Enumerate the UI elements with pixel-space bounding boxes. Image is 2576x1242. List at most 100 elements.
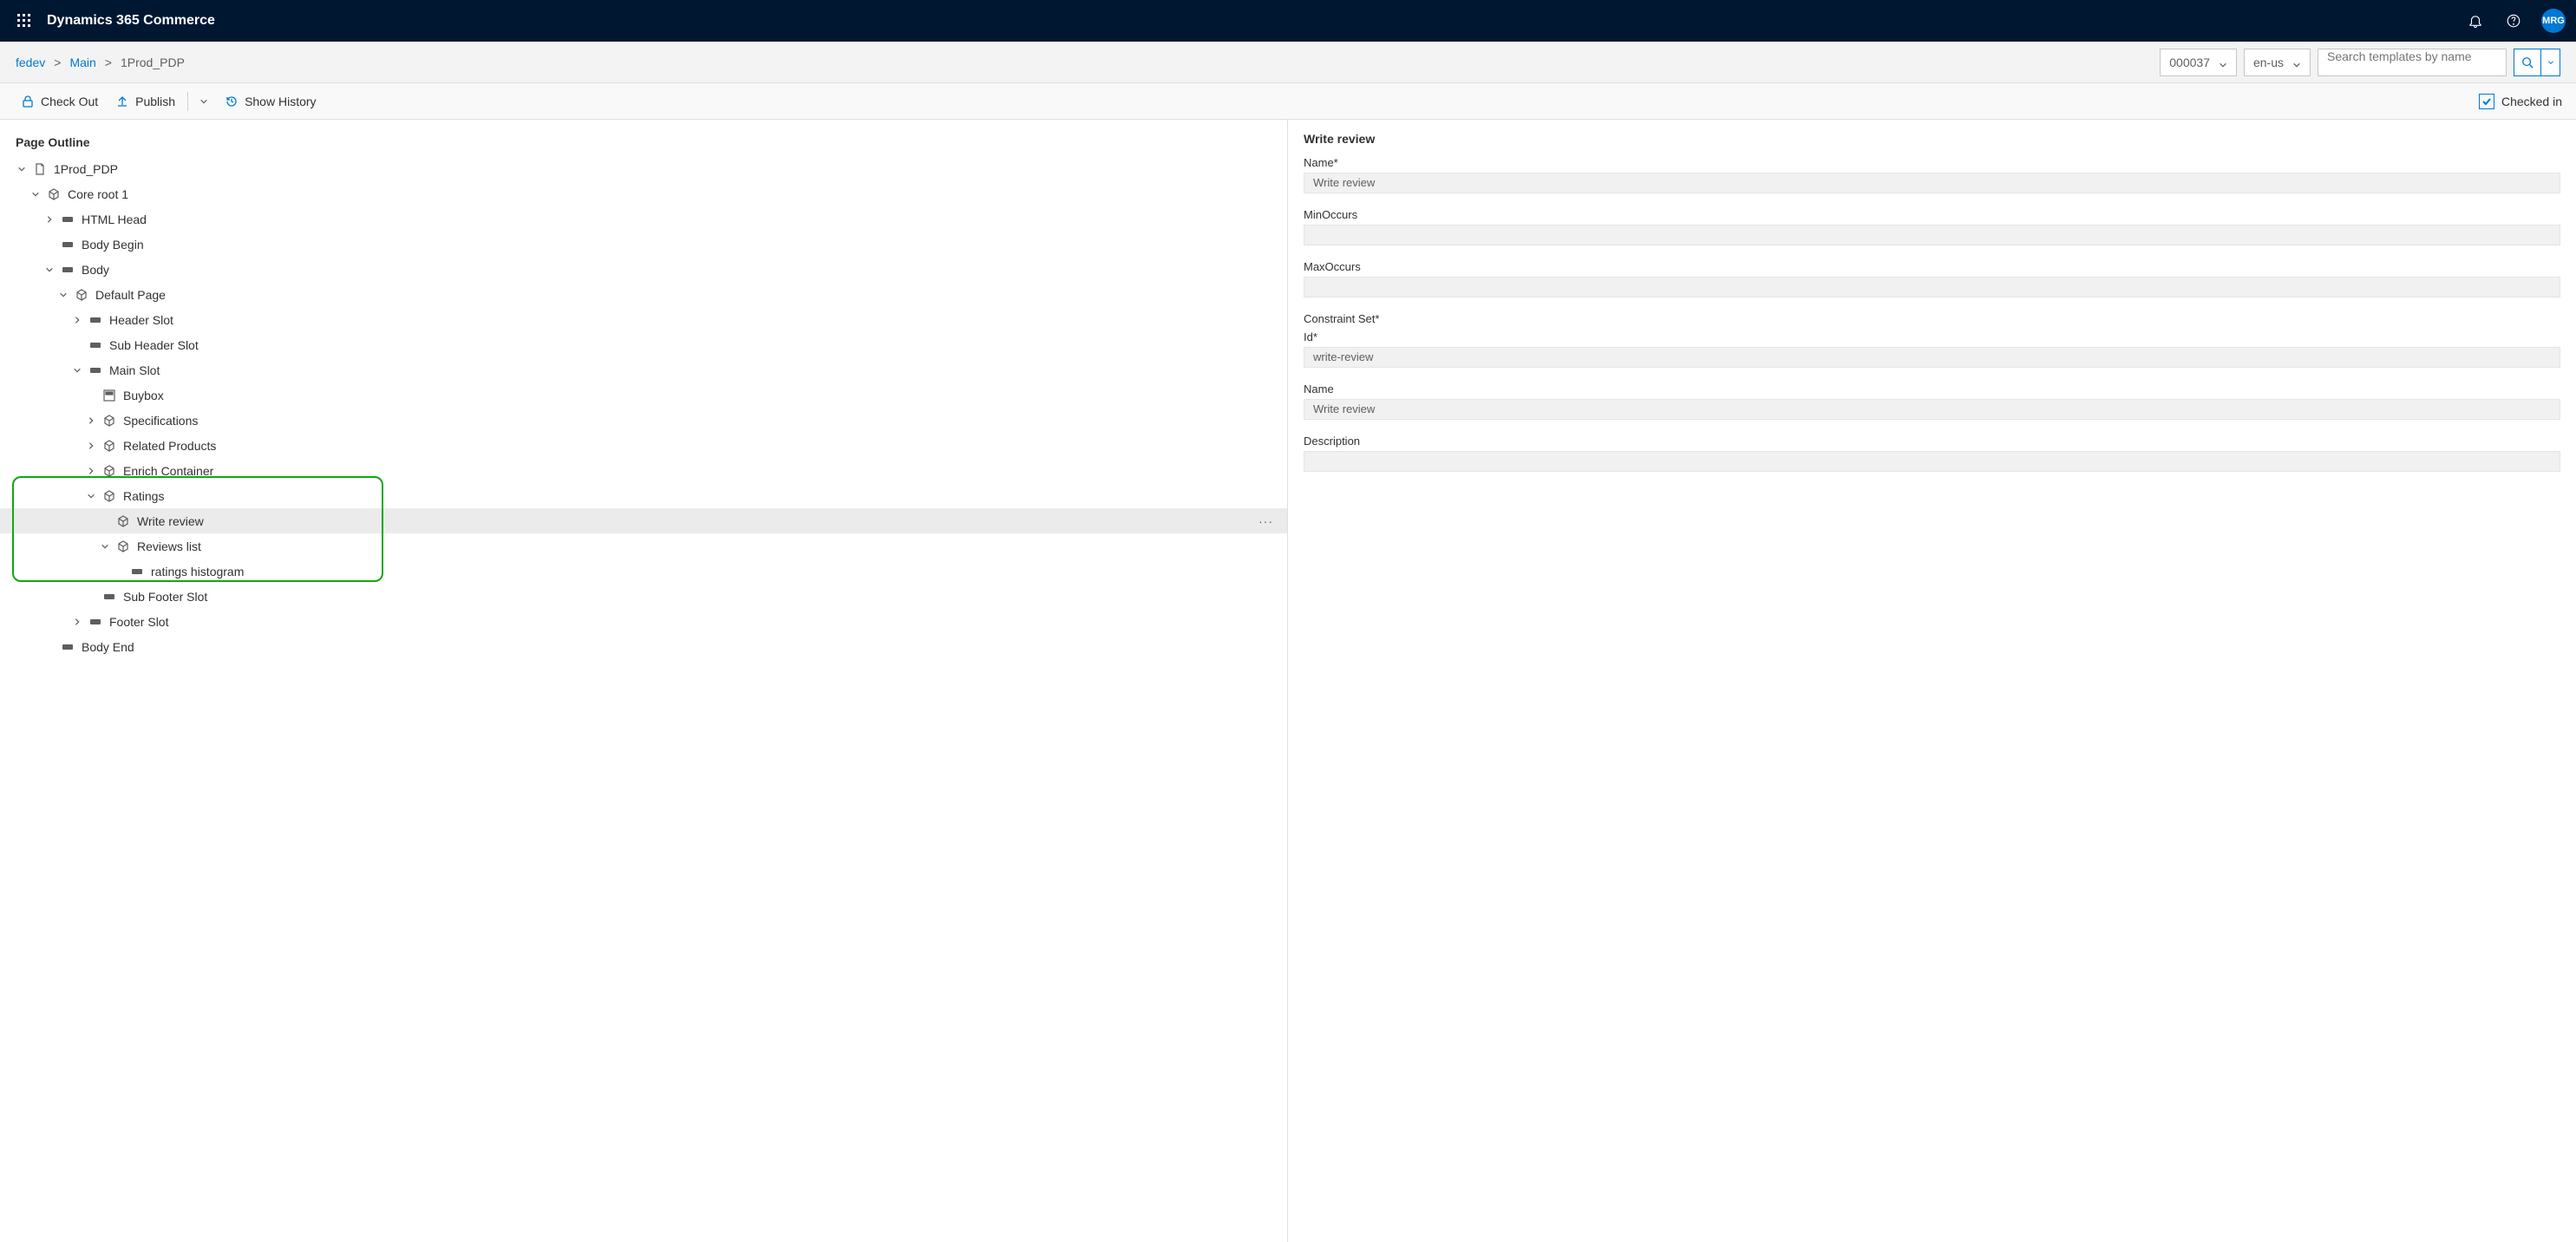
properties-panel: Write review Name* MinOccurs MaxOccurs C… <box>1288 120 2576 1242</box>
help-icon[interactable] <box>2503 10 2524 31</box>
properties-title: Write review <box>1304 132 2560 146</box>
module-icon <box>116 539 130 553</box>
chevron-down-icon[interactable] <box>16 163 28 175</box>
prop-label-min-occurs: MinOccurs <box>1304 208 2560 221</box>
chevron-down-icon[interactable] <box>99 540 111 552</box>
chevron-down-icon[interactable] <box>29 188 42 200</box>
tree-label: ratings histogram <box>151 565 244 579</box>
tree-node-body-begin[interactable]: Body Begin <box>0 232 1287 257</box>
tree-node-footer-slot[interactable]: Footer Slot <box>0 609 1287 634</box>
chevron-right-icon[interactable] <box>71 616 83 628</box>
tree-node-html-head[interactable]: HTML Head <box>0 206 1287 232</box>
tree-node-write-review[interactable]: Write review ··· <box>0 508 1287 533</box>
breadcrumb-link-fedev[interactable]: fedev <box>16 56 45 69</box>
chevron-down-icon[interactable] <box>71 364 83 376</box>
tree-label: Write review <box>137 514 204 528</box>
tree-label: Sub Header Slot <box>109 338 199 352</box>
tree-node-ratings-histogram[interactable]: ratings histogram <box>0 559 1287 584</box>
app-launcher-icon[interactable] <box>10 7 38 35</box>
outline-heading: Page Outline <box>0 120 1287 156</box>
notifications-icon[interactable] <box>2465 10 2486 31</box>
prop-input-min-occurs[interactable] <box>1304 225 2560 245</box>
tree-node-sub-footer-slot[interactable]: Sub Footer Slot <box>0 584 1287 609</box>
history-icon <box>225 95 239 108</box>
prop-label-id: Id* <box>1304 330 2560 343</box>
search-templates-input[interactable] <box>2318 49 2507 76</box>
tree-node-root[interactable]: 1Prod_PDP <box>0 156 1287 181</box>
check-out-label: Check Out <box>41 95 98 108</box>
top-bar: Dynamics 365 Commerce MRG <box>0 0 2576 42</box>
prop-input-id[interactable] <box>1304 347 2560 368</box>
command-divider <box>187 92 188 111</box>
tree-node-related-products[interactable]: Related Products <box>0 433 1287 458</box>
more-actions-icon[interactable]: ··· <box>1259 514 1277 528</box>
site-selector-dropdown[interactable]: 000037 <box>2160 49 2237 76</box>
chevron-down-icon[interactable] <box>85 490 97 502</box>
tree-label: Body Begin <box>82 238 144 252</box>
show-history-button[interactable]: Show History <box>218 89 323 114</box>
chevron-right-icon[interactable] <box>71 314 83 326</box>
tree-label: Reviews list <box>137 539 201 553</box>
lock-icon <box>21 95 35 108</box>
breadcrumb: fedev > Main > 1Prod_PDP <box>16 56 185 69</box>
show-history-label: Show History <box>245 95 316 108</box>
tree-label: Buybox <box>123 389 164 402</box>
prop-input-description[interactable] <box>1304 451 2560 472</box>
tree-label: Enrich Container <box>123 464 213 478</box>
module-icon <box>102 464 116 478</box>
chevron-down-icon[interactable] <box>43 264 56 276</box>
module-icon <box>116 514 130 528</box>
tree-node-buybox[interactable]: Buybox <box>0 382 1287 408</box>
locale-selector-value: en-us <box>2253 56 2284 69</box>
prop-label-constraint-set: Constraint Set* <box>1304 312 2560 325</box>
tree-node-header-slot[interactable]: Header Slot <box>0 307 1287 332</box>
chevron-right-icon[interactable] <box>85 465 97 477</box>
breadcrumb-bar: fedev > Main > 1Prod_PDP 000037 en-us <box>0 42 2576 83</box>
slot-icon <box>88 313 102 327</box>
locale-selector-dropdown[interactable]: en-us <box>2244 49 2311 76</box>
tree-node-body[interactable]: Body <box>0 257 1287 282</box>
site-selector-value: 000037 <box>2169 56 2210 69</box>
check-out-button[interactable]: Check Out <box>14 89 105 114</box>
tree-label: Sub Footer Slot <box>123 590 207 604</box>
tree-node-enrich-container[interactable]: Enrich Container <box>0 458 1287 483</box>
publish-button[interactable]: Publish <box>108 89 182 114</box>
tree-node-ratings[interactable]: Ratings <box>0 483 1287 508</box>
module-icon <box>102 414 116 428</box>
checked-in-checkbox-icon <box>2479 94 2494 109</box>
slot-icon <box>130 565 144 579</box>
prop-input-name2[interactable] <box>1304 399 2560 420</box>
tree-node-core-root[interactable]: Core root 1 <box>0 181 1287 206</box>
publish-split-chevron[interactable] <box>193 88 214 115</box>
page-icon <box>33 162 47 176</box>
tree-label: Specifications <box>123 414 198 428</box>
slot-icon <box>61 640 75 654</box>
breadcrumb-separator: > <box>105 56 112 69</box>
tree-node-reviews-list[interactable]: Reviews list <box>0 533 1287 559</box>
breadcrumb-separator: > <box>54 56 61 69</box>
search-button[interactable] <box>2514 49 2541 76</box>
tree-node-sub-header-slot[interactable]: Sub Header Slot <box>0 332 1287 357</box>
tree-node-specifications[interactable]: Specifications <box>0 408 1287 433</box>
search-split-button[interactable] <box>2541 49 2560 76</box>
chevron-down-icon[interactable] <box>57 289 69 301</box>
search-input-field[interactable] <box>2327 49 2497 63</box>
tree-label: Body <box>82 263 109 277</box>
chevron-right-icon[interactable] <box>85 440 97 452</box>
prop-input-max-occurs[interactable] <box>1304 277 2560 297</box>
tree-label: Main Slot <box>109 363 160 377</box>
module-icon <box>75 288 88 302</box>
app-title: Dynamics 365 Commerce <box>47 13 215 29</box>
breadcrumb-link-main[interactable]: Main <box>69 56 95 69</box>
chevron-right-icon[interactable] <box>43 213 56 226</box>
chevron-right-icon[interactable] <box>85 415 97 427</box>
avatar[interactable]: MRG <box>2541 9 2566 33</box>
outline-tree: 1Prod_PDP Core root 1 HTML Head Body Beg… <box>0 156 1287 677</box>
tree-node-main-slot[interactable]: Main Slot <box>0 357 1287 382</box>
component-icon <box>102 389 116 402</box>
prop-input-name[interactable] <box>1304 173 2560 193</box>
tree-node-body-end[interactable]: Body End <box>0 634 1287 659</box>
module-icon <box>47 187 61 201</box>
main-content: Page Outline 1Prod_PDP Core root 1 HTML … <box>0 120 2576 1242</box>
tree-node-default-page[interactable]: Default Page <box>0 282 1287 307</box>
